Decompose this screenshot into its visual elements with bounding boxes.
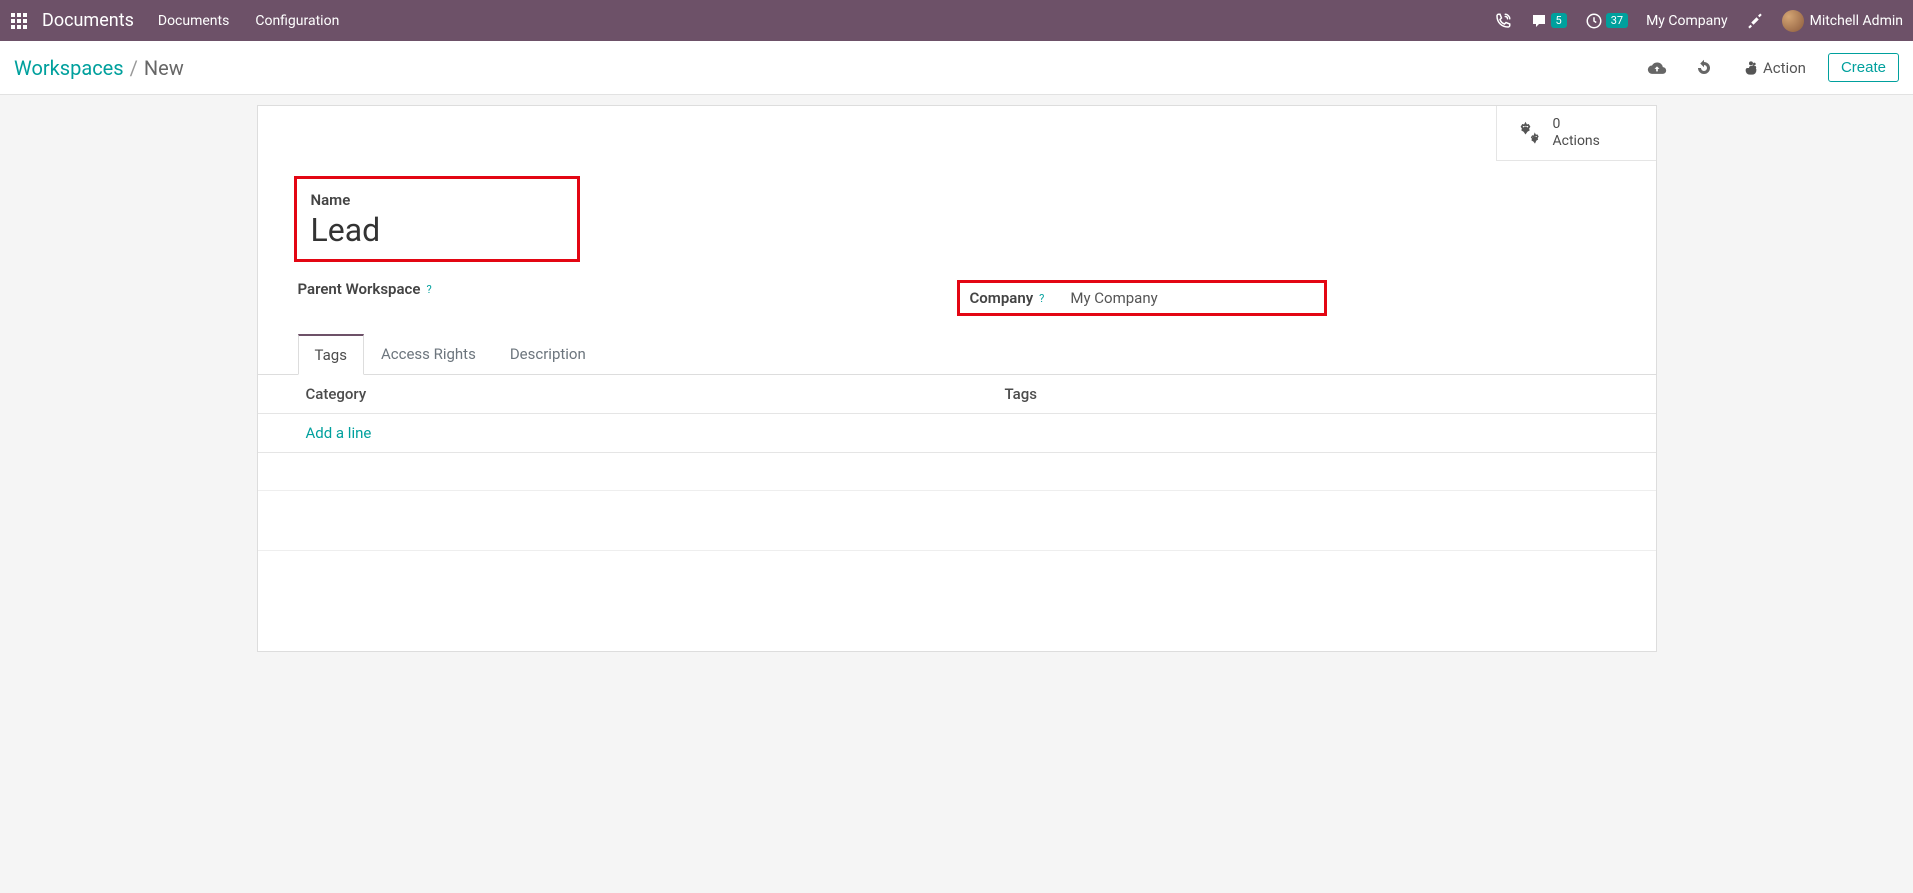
app-title: Documents — [42, 10, 134, 31]
action-label: Action — [1763, 59, 1806, 77]
col-category[interactable]: Category — [258, 375, 957, 414]
stat-actions[interactable]: 0 Actions — [1496, 106, 1656, 161]
form-sheet: 0 Actions Name Lead Parent Workspace ? — [257, 105, 1657, 652]
parent-workspace-row: Parent Workspace ? — [298, 280, 957, 298]
breadcrumb: Workspaces / New — [14, 56, 184, 80]
messages-badge: 5 — [1551, 13, 1567, 28]
add-line-button[interactable]: Add a line — [306, 424, 372, 442]
help-icon[interactable]: ? — [1039, 292, 1044, 305]
debug-icon[interactable] — [1746, 12, 1764, 30]
tab-description[interactable]: Description — [493, 334, 603, 375]
company-switcher[interactable]: My Company — [1646, 13, 1728, 29]
stat-label: Actions — [1553, 133, 1600, 150]
activities-icon[interactable]: 37 — [1585, 12, 1628, 30]
avatar — [1782, 10, 1804, 32]
activities-badge: 37 — [1606, 13, 1628, 28]
phone-icon[interactable] — [1494, 12, 1512, 30]
name-label: Name — [311, 191, 563, 209]
company-field-highlight: Company ? My Company — [957, 280, 1327, 316]
create-button[interactable]: Create — [1828, 53, 1899, 82]
nav-configuration[interactable]: Configuration — [255, 13, 339, 29]
col-tags[interactable]: Tags — [957, 375, 1656, 414]
table-row — [258, 491, 1656, 551]
tab-tags[interactable]: Tags — [298, 334, 364, 375]
undo-icon[interactable] — [1695, 59, 1713, 77]
messages-icon[interactable]: 5 — [1530, 12, 1567, 30]
breadcrumb-current: New — [144, 56, 184, 80]
nav-documents[interactable]: Documents — [158, 13, 229, 29]
table-row — [258, 551, 1656, 611]
tags-table: Category Tags Add a line — [258, 375, 1656, 611]
table-row: Add a line — [258, 414, 1656, 453]
apps-icon[interactable] — [10, 12, 28, 30]
name-field-highlight: Name Lead — [294, 176, 580, 262]
stat-count: 0 — [1553, 116, 1600, 133]
cloud-upload-icon[interactable] — [1647, 58, 1667, 78]
company-label: Company — [970, 289, 1034, 307]
top-navbar: Documents Documents Configuration 5 37 M… — [0, 0, 1913, 41]
tabs: Tags Access Rights Description — [258, 334, 1656, 375]
company-input[interactable]: My Company — [1070, 289, 1157, 307]
table-row — [258, 453, 1656, 491]
gears-icon — [1515, 119, 1543, 147]
parent-workspace-label: Parent Workspace — [298, 280, 421, 298]
user-name: Mitchell Admin — [1810, 13, 1903, 29]
action-dropdown[interactable]: Action — [1743, 59, 1806, 77]
user-menu[interactable]: Mitchell Admin — [1782, 10, 1903, 32]
breadcrumb-parent[interactable]: Workspaces — [14, 56, 124, 80]
tab-access-rights[interactable]: Access Rights — [364, 334, 493, 375]
control-panel: Workspaces / New Action Create — [0, 41, 1913, 95]
breadcrumb-sep: / — [130, 56, 138, 80]
help-icon[interactable]: ? — [426, 283, 431, 296]
name-input[interactable]: Lead — [311, 211, 563, 249]
